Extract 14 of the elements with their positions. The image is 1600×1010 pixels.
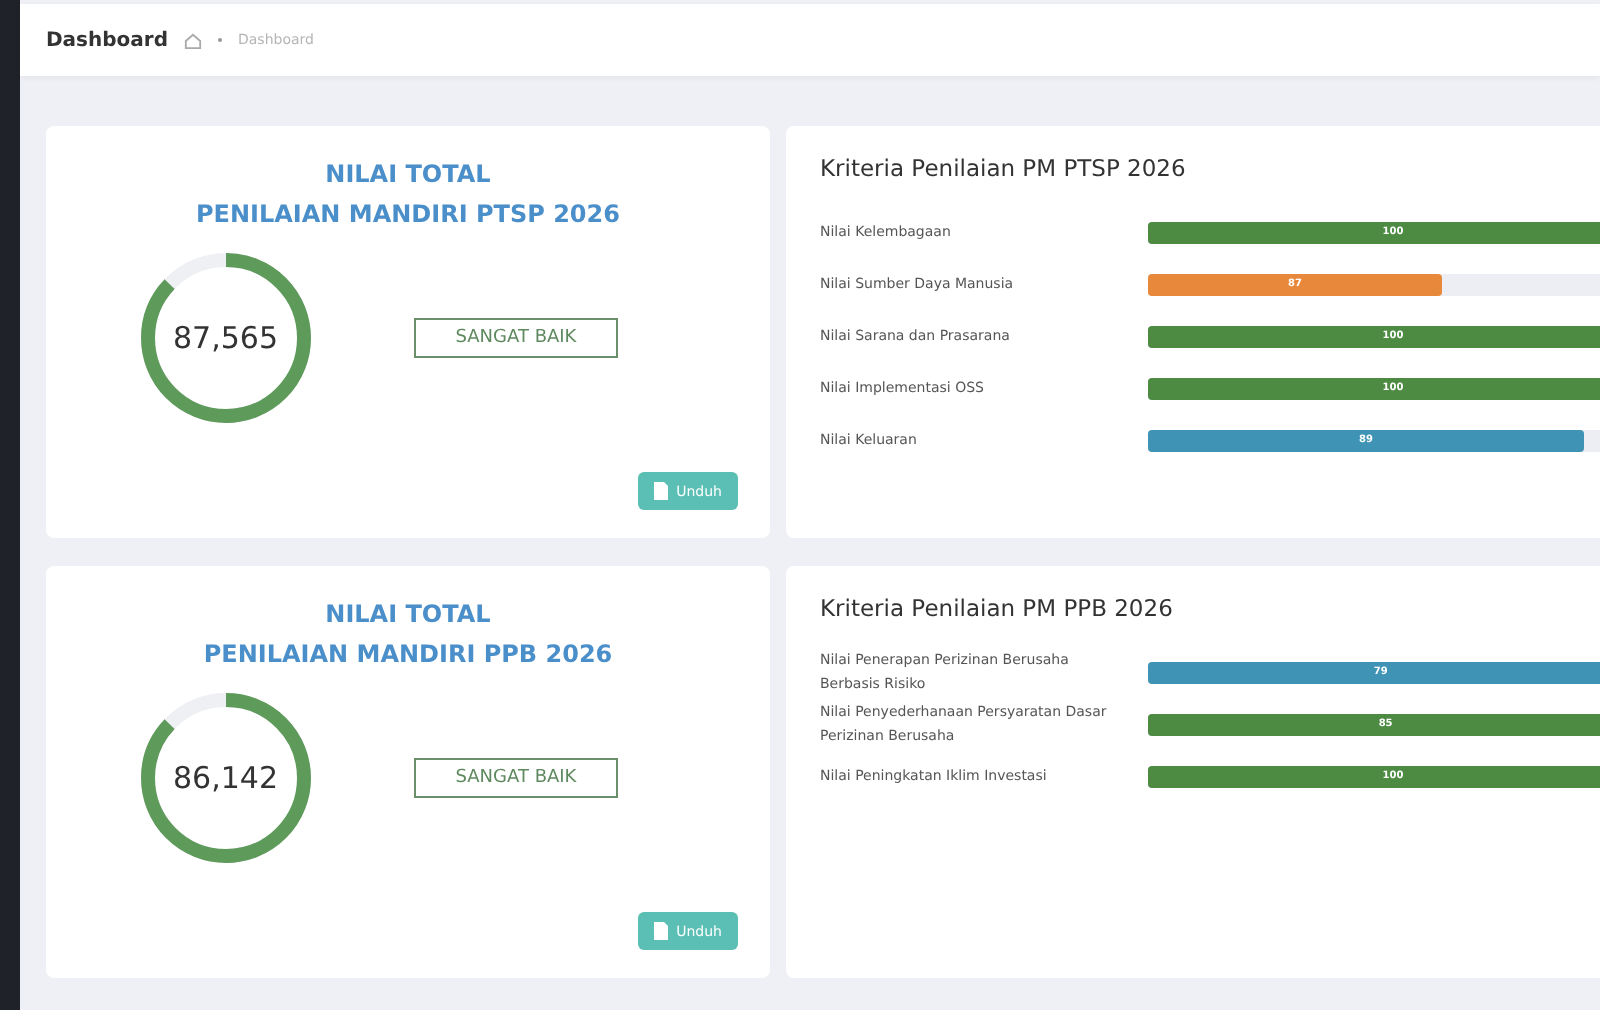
file-icon [654,482,669,500]
criteria-title: Kriteria Penilaian PM PTSP 2026 [820,154,1188,182]
criteria-title: Kriteria Penilaian PM PPB 2026 [820,594,1175,622]
summary-title: PENILAIAN MANDIRI PTSP 2026 [196,198,620,232]
summary-title: PENILAIAN MANDIRI PPB 2026 [203,638,613,672]
rating-label: SANGAT BAIK [413,758,619,798]
page-title: Dashboard [46,29,168,51]
total-score: 86,142 [173,760,279,796]
home-icon[interactable] [184,31,202,49]
summary-title: NILAI TOTAL [325,158,491,192]
file-icon [654,922,669,940]
rating-label: SANGAT BAIK [413,318,619,358]
total-score: 87,565 [173,320,279,356]
summary-title: NILAI TOTAL [325,598,491,632]
